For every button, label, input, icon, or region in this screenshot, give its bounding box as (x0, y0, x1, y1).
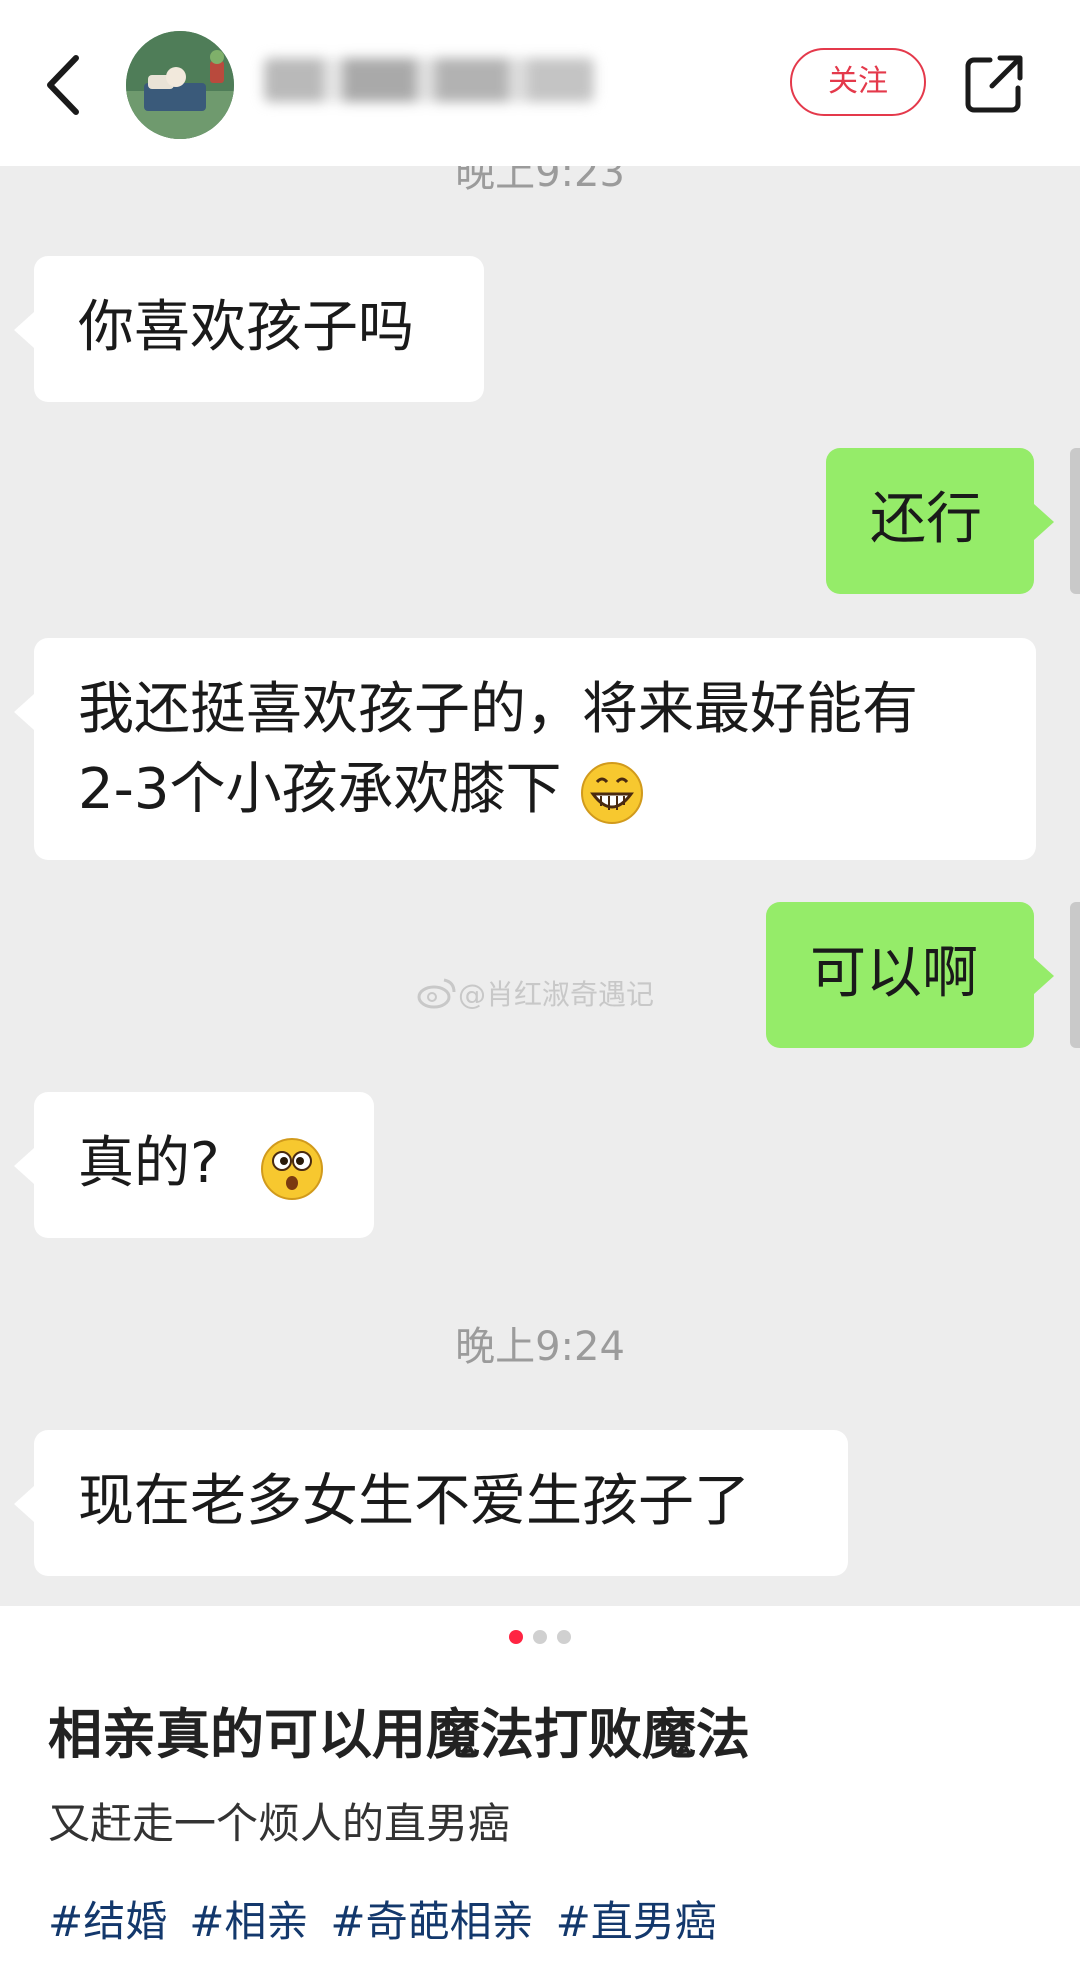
message-text-line: 我还挺喜欢孩子的，将来最好能有 (78, 677, 918, 742)
message-text: 真的? (78, 1131, 220, 1196)
follow-button[interactable]: 关注 (790, 48, 926, 116)
avatar-edge (1070, 902, 1080, 1048)
page-dot (533, 1630, 547, 1644)
chevron-left-icon[interactable] (40, 50, 90, 120)
message-bubble-left: 现在老多女生不爱生孩子了 (14, 1430, 848, 1576)
message-text: 现在老多女生不爱生孩子了 (78, 1469, 750, 1534)
message-bubble-left: 你喜欢孩子吗 (14, 256, 484, 402)
astonished-face-emoji (260, 1137, 323, 1200)
grinning-face-emoji (581, 761, 644, 824)
message-bubble-left: 我还挺喜欢孩子的，将来最好能有 2-3个小孩承欢膝下 (14, 638, 1036, 860)
message-text: 可以啊 (810, 941, 978, 1006)
hashtag-link[interactable]: #结婚 (48, 1888, 167, 1949)
avatar[interactable] (126, 31, 234, 139)
page-dot (557, 1630, 571, 1644)
timestamp-partial: 晚上9:23 (455, 166, 625, 196)
message-text-line: 2-3个小孩承欢膝下 (78, 750, 992, 830)
message-text: 还行 (870, 487, 982, 552)
top-bar: ▓▓▓▓ ▓▓▓ 关注 (0, 0, 1080, 166)
username-blurred: ▓▓▓▓ ▓▓▓ (264, 58, 594, 102)
timestamp: 晚上9:24 (455, 1324, 625, 1370)
hashtag-link[interactable]: #相亲 (189, 1888, 308, 1949)
message-bubble-right: 可以啊 (766, 902, 1054, 1048)
message-bubble-right: 还行 (826, 448, 1054, 594)
page-dot-active (509, 1630, 523, 1644)
weibo-icon (417, 978, 456, 1009)
message-text: 你喜欢孩子吗 (78, 295, 414, 360)
hashtag-link[interactable]: #奇葩相亲 (330, 1888, 533, 1949)
watermark: @肖红淑奇遇记 (416, 968, 654, 1018)
chat-screenshot-image[interactable]: 晚上9:23 你喜欢孩子吗 还行 我还挺喜欢孩子的，将来最好能有 2-3个小孩承… (0, 166, 1080, 1606)
post-description: 又赶走一个烦人的直男癌 (48, 1799, 511, 1848)
tag-list: #结婚 #相亲 #奇葩相亲 #直男癌 (48, 1888, 717, 1949)
hashtag-link[interactable]: #直男癌 (556, 1888, 717, 1949)
post-title: 相亲真的可以用魔法打败魔法 (48, 1703, 750, 1766)
avatar-edge (1070, 448, 1080, 594)
message-bubble-left: 真的? (14, 1092, 374, 1238)
page-indicator (0, 1630, 1080, 1650)
share-icon[interactable] (962, 52, 1026, 116)
